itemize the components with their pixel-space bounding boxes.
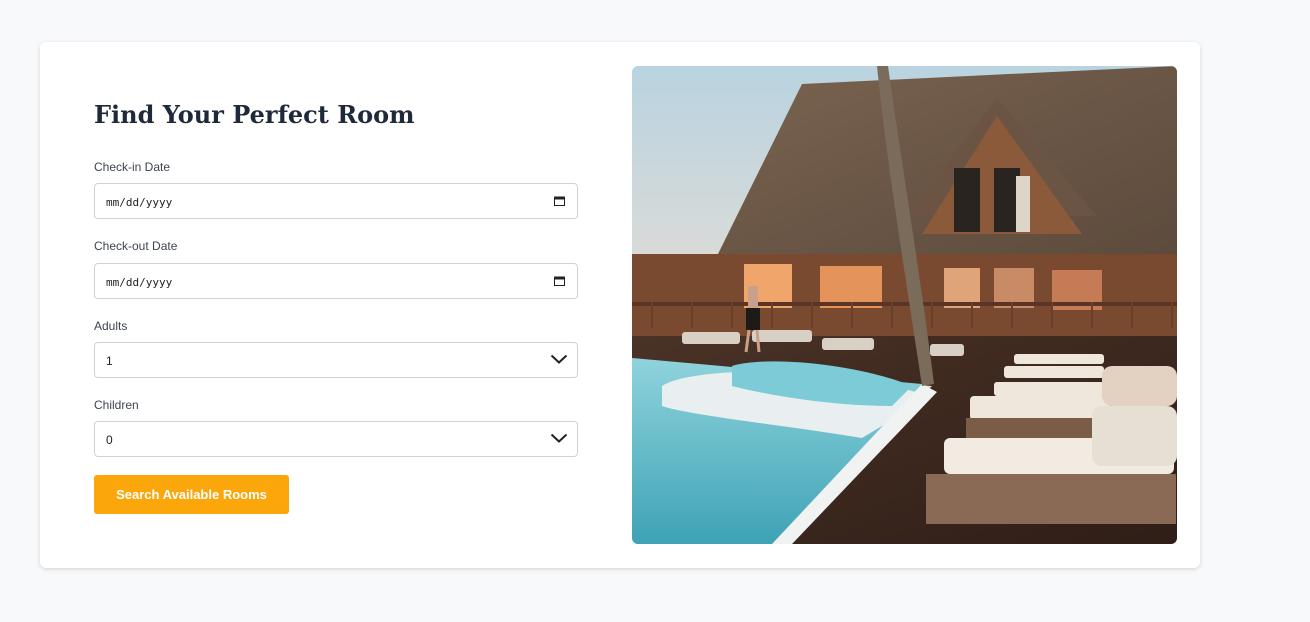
calendar-icon[interactable] — [554, 196, 565, 206]
chevron-down-icon — [550, 354, 568, 364]
checkout-date-value: mm/dd/yyyy — [106, 276, 173, 289]
adults-value: 1 — [106, 354, 113, 368]
children-value: 0 — [106, 433, 113, 447]
adults-select[interactable]: 1 — [94, 342, 578, 378]
checkin-date-value: mm/dd/yyyy — [106, 196, 173, 209]
chevron-down-icon — [550, 433, 568, 443]
calendar-icon[interactable] — [554, 276, 565, 286]
resort-photo — [632, 66, 1177, 544]
checkout-label: Check-out Date — [94, 239, 178, 253]
page-title: Find Your Perfect Room — [94, 100, 415, 129]
children-select[interactable]: 0 — [94, 421, 578, 457]
room-search-card: Find Your Perfect Room Check-in Date mm/… — [40, 42, 1200, 568]
checkin-label: Check-in Date — [94, 160, 171, 174]
adults-label: Adults — [94, 319, 128, 333]
checkout-date-input[interactable]: mm/dd/yyyy — [94, 263, 578, 299]
children-label: Children — [94, 398, 139, 412]
search-rooms-button[interactable]: Search Available Rooms — [94, 475, 289, 514]
checkin-date-input[interactable]: mm/dd/yyyy — [94, 183, 578, 219]
